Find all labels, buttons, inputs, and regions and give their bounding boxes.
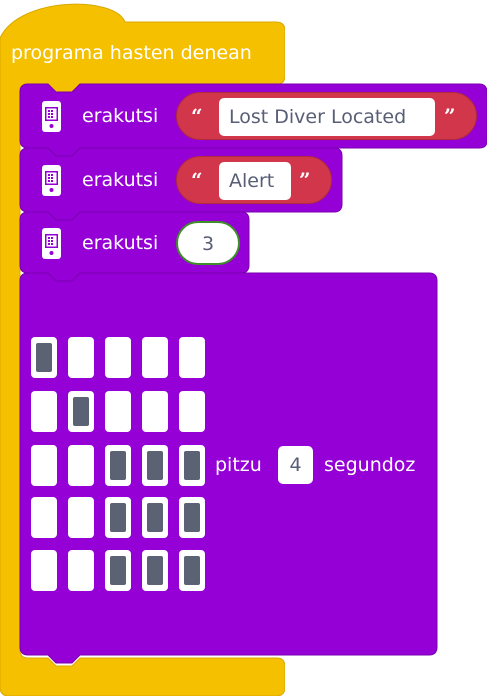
led-cell-r2-c2[interactable] bbox=[68, 391, 94, 432]
led-cell-r4-c5[interactable] bbox=[179, 497, 205, 538]
led-cell-r4-c4[interactable] bbox=[142, 497, 168, 538]
led-cell-r4-c1[interactable] bbox=[31, 497, 57, 538]
led-cell-r4-c2[interactable] bbox=[68, 497, 94, 538]
led-cell-r1-c1[interactable] bbox=[31, 337, 57, 378]
led-cell-r2-c3[interactable] bbox=[105, 391, 131, 432]
led-cell-r1-c5[interactable] bbox=[179, 337, 205, 378]
pause-label: pitzu bbox=[215, 454, 262, 476]
led-cell-r2-c1[interactable] bbox=[31, 391, 57, 432]
led-cell-r1-c3[interactable] bbox=[105, 337, 131, 378]
led-cell-r5-c4[interactable] bbox=[142, 550, 168, 591]
led-cell-r3-c4[interactable] bbox=[142, 445, 168, 486]
led-cell-r3-c1[interactable] bbox=[31, 445, 57, 486]
led-cell-r1-c4[interactable] bbox=[142, 337, 168, 378]
led-cell-r5-c3[interactable] bbox=[105, 550, 131, 591]
led-cell-r3-c2[interactable] bbox=[68, 445, 94, 486]
unit-label: segundoz bbox=[324, 454, 416, 476]
led-cell-r4-c3[interactable] bbox=[105, 497, 131, 538]
led-cell-r5-c2[interactable] bbox=[68, 550, 94, 591]
led-cell-r5-c5[interactable] bbox=[179, 550, 205, 591]
led-cell-r5-c1[interactable] bbox=[31, 550, 57, 591]
led-cell-r3-c3[interactable] bbox=[105, 445, 131, 486]
led-cell-r1-c2[interactable] bbox=[68, 337, 94, 378]
led-cell-r2-c4[interactable] bbox=[142, 391, 168, 432]
led-cell-r3-c5[interactable] bbox=[179, 445, 205, 486]
pause-value-field[interactable]: 4 bbox=[278, 446, 313, 484]
led-cell-r2-c5[interactable] bbox=[179, 391, 205, 432]
